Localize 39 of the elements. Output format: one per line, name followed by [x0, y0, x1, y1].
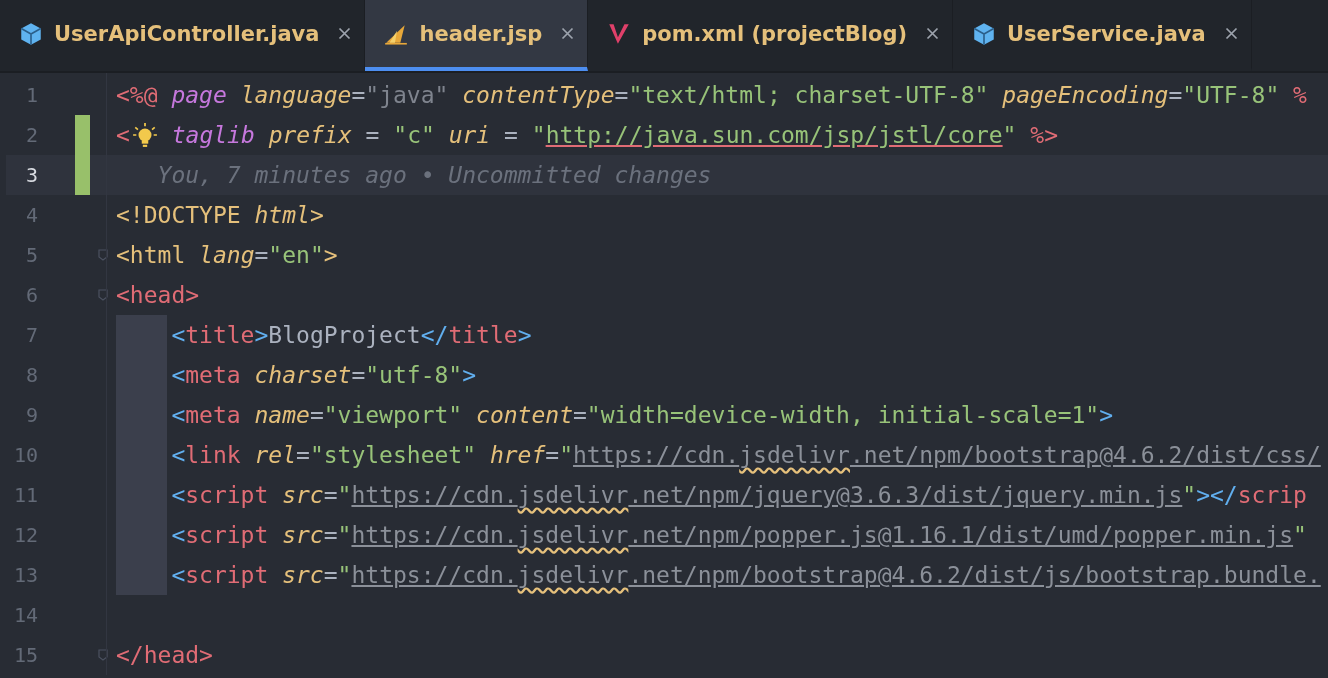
code-line: taglib prefix = "c" uri = "http://java.sun.com/jsp/jstl/core" %>	[171, 122, 1058, 148]
code-line: <head>	[116, 282, 200, 308]
line-number: 1	[24, 83, 38, 107]
line-number: 5	[24, 243, 38, 267]
line-number: 11	[12, 483, 38, 507]
code-line: <meta charset="utf-8">	[171, 362, 477, 388]
line-number: 4	[24, 203, 38, 227]
code-line: <script src="https://cdn.jsdelivr.net/npm/popper.js@1.16.1/dist/umd/popper.min.js"	[171, 522, 1307, 548]
line-number: 12	[12, 523, 38, 547]
code-line: </head>	[116, 642, 213, 668]
code-line: <!DOCTYPE html>	[116, 202, 324, 228]
code-line: <script src="https://cdn.jsdelivr.net/npm/jquery@3.6.3/dist/jquery.min.js"></scrip	[171, 482, 1307, 508]
code-line: <meta name="viewport" content="width=device-width, initial-scale=1">	[171, 402, 1114, 428]
close-icon[interactable]	[925, 26, 941, 41]
code-line: <script src="https://cdn.jsdelivr.net/npm/bootstrap@4.6.2/dist/js/bootstrap.bundle.	[171, 562, 1321, 588]
blame-annotation: You, 7 minutes ago • Uncommitted changes	[156, 162, 712, 188]
lightbulb-icon[interactable]	[131, 122, 158, 148]
line-number: 6	[24, 283, 38, 307]
line-number: 10	[12, 443, 38, 467]
close-icon[interactable]	[1223, 26, 1239, 41]
close-icon[interactable]	[560, 26, 576, 41]
line-number: 9	[24, 403, 38, 427]
line-number: 14	[12, 603, 38, 627]
line-number: 3	[24, 163, 38, 187]
editor-tab[interactable]: pom.xml (projectBlog)	[588, 0, 954, 71]
line-number: 13	[12, 563, 38, 587]
code-line: <link rel="stylesheet" href="https://cdn.jsdelivr.net/npm/bootstrap@4.6.2/dist/css/	[171, 442, 1321, 468]
editor-tab[interactable]: header.jsp	[365, 0, 589, 71]
code-line: <html lang="en">	[116, 242, 338, 268]
code-line: <%@ page language="java" contentType="text/html; charset-UTF-8" pageEncoding="UTF-8" %	[116, 82, 1307, 108]
code-line: <title>BlogProject</title>	[171, 322, 532, 348]
code-line: <	[116, 122, 130, 148]
cube-icon	[18, 20, 44, 47]
line-number: 8	[24, 363, 38, 387]
editor-tab[interactable]: UserService.java	[953, 0, 1252, 71]
line-number: 15	[12, 643, 38, 667]
close-icon[interactable]	[337, 26, 353, 41]
line-number: 2	[24, 123, 38, 147]
line-number: 7	[24, 323, 38, 347]
